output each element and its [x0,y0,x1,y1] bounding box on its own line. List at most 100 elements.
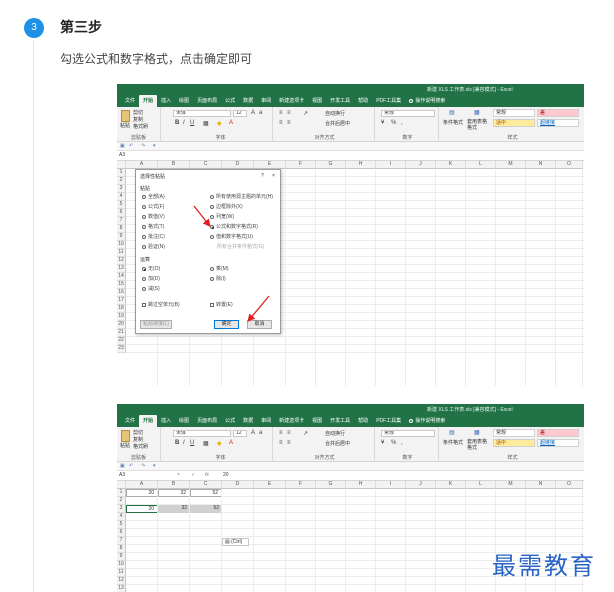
orientation-icon[interactable]: ↗ [303,110,308,117]
row-header[interactable]: 7 [117,537,126,545]
style-normal[interactable]: 常规 [493,429,535,437]
name-box[interactable]: A3 [119,472,153,479]
customize-qat-icon[interactable]: ▾ [153,143,156,149]
row-header[interactable]: 6 [117,529,126,537]
grow-font-icon[interactable]: A [251,430,255,436]
number-format-select[interactable]: 常规 [381,110,435,117]
function-icon[interactable]: fx [205,472,209,478]
row-header[interactable]: 9 [117,233,126,241]
wrap-text-button[interactable]: 自动换行 [325,430,345,437]
format-painter-button[interactable]: 格式刷 [133,123,148,130]
option-column-widths[interactable]: 列宽(W) [210,214,234,220]
comma-icon[interactable]: , [401,440,403,446]
ribbon-tab[interactable]: 帮助 [354,417,372,427]
copy-button[interactable]: 复制 [133,436,143,443]
column-header[interactable]: N [526,481,556,489]
percent-icon[interactable]: % [391,440,396,446]
row-header[interactable]: 19 [117,313,126,321]
bold-icon[interactable]: B [175,120,179,126]
paste-icon[interactable] [121,430,130,442]
merge-center-button[interactable]: 合并后居中 [325,440,350,447]
ribbon-tab[interactable]: 操作说明搜索 [405,97,449,107]
column-header[interactable]: O [556,161,583,169]
ribbon-tab[interactable]: 公式 [221,97,239,107]
row-header[interactable]: 3 [117,185,126,193]
conditional-format-button[interactable]: 条件格式 [443,119,463,126]
underline-icon[interactable]: U [190,120,194,126]
ribbon-tab[interactable]: 操作说明搜索 [405,417,449,427]
format-painter-button[interactable]: 格式刷 [133,443,148,450]
align-middle-icon[interactable]: ≡ [287,430,291,436]
cancel-button[interactable]: 取消 [247,320,272,329]
operation-subtract[interactable]: 减(S) [142,286,160,292]
column-header[interactable]: L [466,161,496,169]
align-top-icon[interactable]: ≡ [279,110,283,116]
font-name-select[interactable]: 宋体 [173,430,231,437]
ribbon-tab[interactable]: 帮助 [354,97,372,107]
paste-button[interactable]: 粘贴 [120,442,130,449]
column-header[interactable]: N [526,161,556,169]
currency-icon[interactable]: ¥ [381,440,384,446]
row-header[interactable]: 8 [117,225,126,233]
undo-icon[interactable]: ↶ [129,463,133,469]
column-header[interactable]: E [254,481,286,489]
ribbon-tab[interactable]: 公式 [221,417,239,427]
save-icon[interactable]: ▣ [120,143,125,149]
column-header[interactable]: B [158,481,190,489]
column-header[interactable]: M [496,481,526,489]
ribbon-tab[interactable]: 页面布局 [193,417,221,427]
operation-multiply[interactable]: 乘(M) [210,266,229,272]
row-header[interactable]: 2 [117,177,126,185]
italic-icon[interactable]: I [183,440,185,446]
column-header[interactable]: D [222,161,254,169]
column-header[interactable]: I [376,161,406,169]
grow-font-icon[interactable]: A [251,110,255,116]
cancel-icon[interactable]: × [177,472,180,478]
table-format-button[interactable]: 套用表格格式 [467,119,489,131]
transpose-checkbox[interactable]: 转置(E) [210,302,233,308]
table-format-button[interactable]: 套用表格格式 [467,439,489,451]
row-header[interactable]: 17 [117,297,126,305]
font-size-select[interactable]: 12 [233,430,247,437]
ribbon-tab[interactable]: 数据 [239,417,257,427]
conditional-format-icon[interactable]: ▤ [449,109,455,116]
operation-divide[interactable]: 除(I) [210,276,226,282]
cut-button[interactable]: 剪切 [133,109,143,116]
row-header[interactable]: 1 [117,169,126,177]
paste-button[interactable]: 粘贴 [120,122,130,129]
cell-B1[interactable]: 32 [158,489,190,497]
paste-link-button[interactable]: 粘贴链接(L) [140,320,172,329]
row-header[interactable]: 14 [117,273,126,281]
ribbon-tab[interactable]: 视图 [308,417,326,427]
row-header[interactable]: 13 [117,265,126,273]
row-header[interactable]: 23 [117,345,126,353]
row-header[interactable]: 12 [117,577,126,585]
align-left-icon[interactable]: ≡ [279,440,283,446]
skip-blanks-checkbox[interactable]: 跳过空单元(B) [142,302,180,308]
ribbon-tab[interactable]: 插入 [157,417,175,427]
row-header[interactable]: 6 [117,209,126,217]
row-header[interactable]: 16 [117,289,126,297]
shrink-font-icon[interactable]: a [259,110,262,116]
align-top-icon[interactable]: ≡ [279,430,283,436]
select-all-corner[interactable] [117,161,126,169]
conditional-format-icon[interactable]: ▤ [449,429,455,436]
font-color-icon[interactable]: A [229,120,233,126]
column-header[interactable]: G [316,161,346,169]
table-format-icon[interactable]: ▦ [474,109,480,116]
font-color-icon[interactable]: A [229,440,233,446]
option-all-source-theme[interactable]: 所有使用源主题的单元(H) [210,194,273,200]
style-bad[interactable]: 差 [537,109,579,117]
paste-options-button[interactable]: ▤ (Ctrl) [222,538,249,546]
row-header[interactable]: 1 [117,489,126,497]
option-values-number-formats[interactable]: 值和数字格式(U) [210,234,253,240]
ribbon-tab[interactable]: 开发工具 [326,97,354,107]
column-header[interactable]: O [556,481,583,489]
column-header[interactable]: F [286,161,316,169]
ribbon-tab[interactable]: PDF工具集 [372,417,405,427]
ribbon-tab[interactable]: 文件 [121,417,139,427]
ribbon-tab[interactable]: 开始 [139,95,158,107]
column-header[interactable]: K [436,161,466,169]
option-all[interactable]: 全部(A) [142,194,165,200]
style-bad[interactable]: 差 [537,429,579,437]
